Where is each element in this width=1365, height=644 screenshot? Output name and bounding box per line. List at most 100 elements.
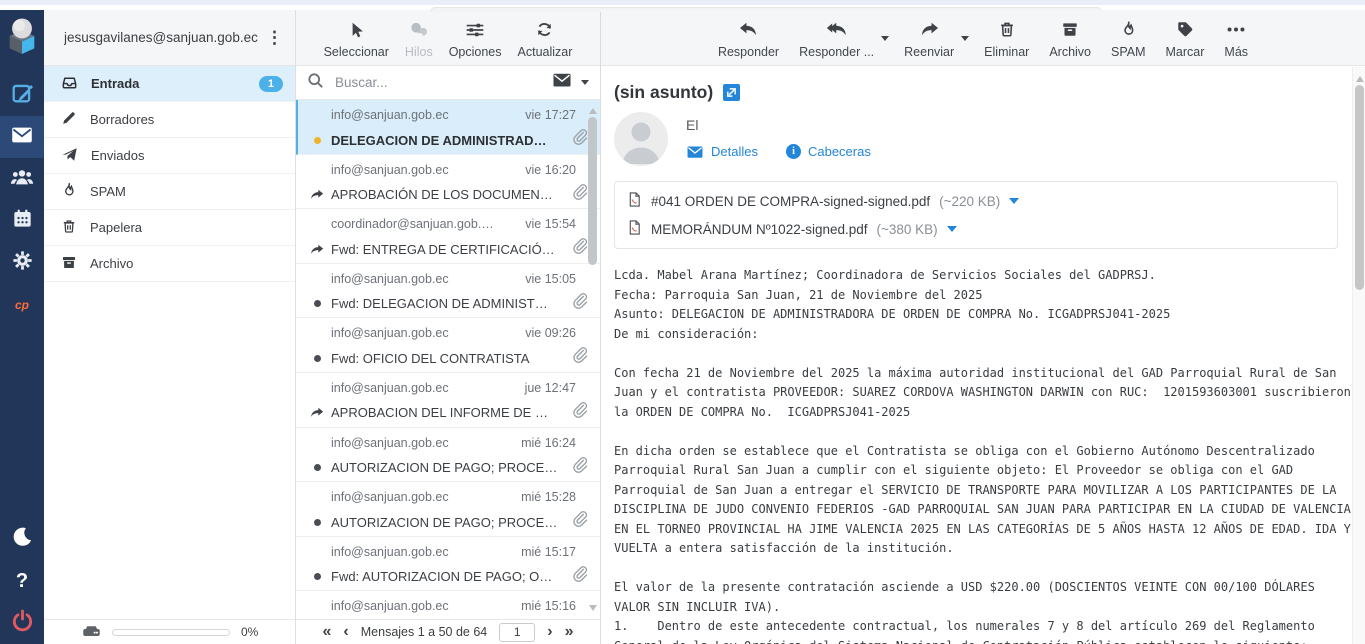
next-page-button[interactable]: ›: [547, 624, 552, 640]
status-dot-icon: [310, 573, 324, 580]
message-row[interactable]: info@sanjuan.gob.ecmié 16:24 AUTORIZACIO…: [296, 428, 600, 483]
forwarded-icon: [310, 406, 324, 419]
list-scrollbar-thumb[interactable]: [588, 117, 597, 265]
account-menu-button[interactable]: ⋮: [260, 29, 289, 46]
forward-button[interactable]: Reenviar: [895, 21, 963, 59]
folder-item-trash[interactable]: Papelera: [44, 210, 295, 246]
attachment-paperclip-icon: [571, 238, 588, 260]
more-button[interactable]: Más: [1215, 21, 1257, 59]
message-subject: APROBACIÓN DE LOS DOCUMEN…: [331, 187, 564, 202]
body-line: Asunto: DELEGACION DE ADMINISTRADORA DE …: [614, 305, 1356, 325]
previous-page-button[interactable]: ‹: [343, 624, 348, 640]
open-in-new-window-icon[interactable]: [723, 84, 740, 101]
message-row[interactable]: info@sanjuan.gob.ecvie 15:05 Fwd: DELEGA…: [296, 264, 600, 319]
calendar-nav-button[interactable]: [0, 200, 44, 242]
attachment-paperclip-icon: [571, 347, 588, 369]
headers-toggle[interactable]: i Cabeceras: [786, 144, 871, 159]
status-dot-icon: [310, 519, 324, 526]
message-sender: info@sanjuan.gob.ec: [331, 381, 449, 395]
list-scrollbar[interactable]: [588, 104, 597, 615]
sender-avatar: [614, 112, 668, 166]
message-row[interactable]: info@sanjuan.gob.ecmié 15:17 Fwd: AUTORI…: [296, 537, 600, 592]
unread-dot-icon: [310, 137, 324, 144]
webmail-logo: [4, 15, 40, 62]
help-button[interactable]: ?: [0, 560, 44, 602]
scroll-up-arrow-icon[interactable]: [1356, 72, 1364, 82]
reply-all-menu-caret-icon[interactable]: [881, 36, 889, 45]
mark-button[interactable]: Marcar: [1157, 20, 1214, 59]
folder-item-drafts[interactable]: Borradores: [44, 102, 295, 138]
folder-label: Borradores: [90, 112, 154, 127]
reply-all-button[interactable]: Responder ...: [790, 21, 883, 59]
pointer-icon: [347, 21, 365, 42]
body-line: Con fecha 21 de Noviembre del 2025 la má…: [614, 364, 1356, 423]
question-icon: ?: [16, 570, 28, 593]
logout-button[interactable]: [0, 602, 44, 644]
mail-nav-button[interactable]: [0, 116, 44, 158]
message-scrollbar[interactable]: [1352, 67, 1365, 644]
page-number-input[interactable]: [499, 623, 535, 642]
list-pagination: « ‹ Mensajes 1 a 50 de 64 › »: [296, 619, 600, 644]
message-subject-title: (sin asunto): [614, 82, 713, 103]
folder-item-sent[interactable]: Enviados: [44, 138, 295, 174]
search-input[interactable]: [333, 74, 543, 91]
select-button[interactable]: Seleccionar: [319, 21, 394, 59]
forward-menu-caret-icon[interactable]: [961, 36, 969, 45]
message-date: jue 12:47: [525, 381, 576, 395]
attachment-paperclip-icon: [571, 566, 588, 588]
calendar-icon: [12, 208, 33, 234]
contacts-nav-button[interactable]: [0, 158, 44, 200]
body-line: De mi consideración:: [614, 325, 1356, 345]
message-date: mié 16:24: [521, 436, 576, 450]
scroll-up-arrow-icon[interactable]: [589, 104, 597, 114]
search-options-caret-icon[interactable]: [581, 80, 589, 89]
message-row[interactable]: info@sanjuan.gob.ecmié 15:16: [296, 591, 600, 619]
attachment-item[interactable]: MEMORÁNDUM Nº1022-signed.pdf (~380 KB): [627, 215, 1325, 243]
reply-button[interactable]: Responder: [709, 21, 788, 59]
attachment-item[interactable]: #041 ORDEN DE COMPRA-signed-signed.pdf (…: [627, 187, 1325, 215]
scroll-down-arrow-icon[interactable]: [589, 605, 597, 615]
archive-button[interactable]: Archivo: [1040, 20, 1100, 59]
message-sender: info@sanjuan.gob.ec: [331, 599, 449, 613]
attachment-menu-caret-icon[interactable]: [1009, 198, 1019, 209]
message-scrollbar-thumb[interactable]: [1355, 85, 1364, 290]
reply-all-icon: [825, 21, 848, 41]
trash-icon: [61, 218, 77, 237]
pencil-icon: [61, 110, 77, 129]
folder-item-inbox[interactable]: Entrada 1: [44, 66, 295, 102]
message-body: Lcda. Mabel Arana Martínez; Coordinadora…: [614, 266, 1356, 644]
power-icon: [11, 609, 34, 637]
search-scope-mail-icon[interactable]: [552, 72, 572, 93]
cpanel-button[interactable]: cp: [0, 284, 44, 326]
search-bar: [296, 66, 600, 100]
message-row[interactable]: info@sanjuan.gob.ecjue 12:47 APROBACION …: [296, 373, 600, 428]
delete-button[interactable]: Eliminar: [975, 20, 1038, 59]
message-row[interactable]: coordinador@sanjuan.gob.…vie 15:54 Fwd: …: [296, 209, 600, 264]
folder-item-archive[interactable]: Archivo: [44, 246, 295, 282]
message-row[interactable]: info@sanjuan.gob.ecmié 15:28 AUTORIZACIO…: [296, 482, 600, 537]
folder-item-spam[interactable]: SPAM: [44, 174, 295, 210]
first-page-button[interactable]: «: [323, 624, 332, 640]
refresh-button[interactable]: Actualizar: [513, 20, 578, 59]
settings-nav-button[interactable]: [0, 242, 44, 284]
details-toggle[interactable]: Detalles: [686, 144, 758, 159]
message-row[interactable]: info@sanjuan.gob.ecvie 09:26 Fwd: OFICIO…: [296, 318, 600, 373]
attachment-menu-caret-icon[interactable]: [947, 226, 957, 237]
attachment-paperclip-icon: [571, 457, 588, 479]
threads-button[interactable]: Hilos: [400, 21, 438, 59]
tag-icon: [1176, 20, 1194, 41]
last-page-button[interactable]: »: [565, 624, 574, 640]
compose-button[interactable]: [0, 74, 44, 116]
folder-label: Entrada: [91, 76, 139, 91]
headers-label: Cabeceras: [808, 144, 871, 159]
details-label: Detalles: [711, 144, 758, 159]
flame-icon: [1120, 20, 1137, 41]
status-dot-icon: [310, 464, 324, 471]
dark-mode-button[interactable]: [0, 518, 44, 560]
options-button[interactable]: Opciones: [444, 21, 507, 59]
quota-bar: 0%: [44, 619, 295, 644]
message-row[interactable]: info@sanjuan.gob.ecvie 16:20 APROBACIÓN …: [296, 155, 600, 210]
body-line: El valor de la presente contratación asc…: [614, 578, 1356, 617]
message-row[interactable]: info@sanjuan.gob.ecvie 17:27 DELEGACION …: [296, 100, 600, 155]
spam-button[interactable]: SPAM: [1102, 20, 1155, 59]
